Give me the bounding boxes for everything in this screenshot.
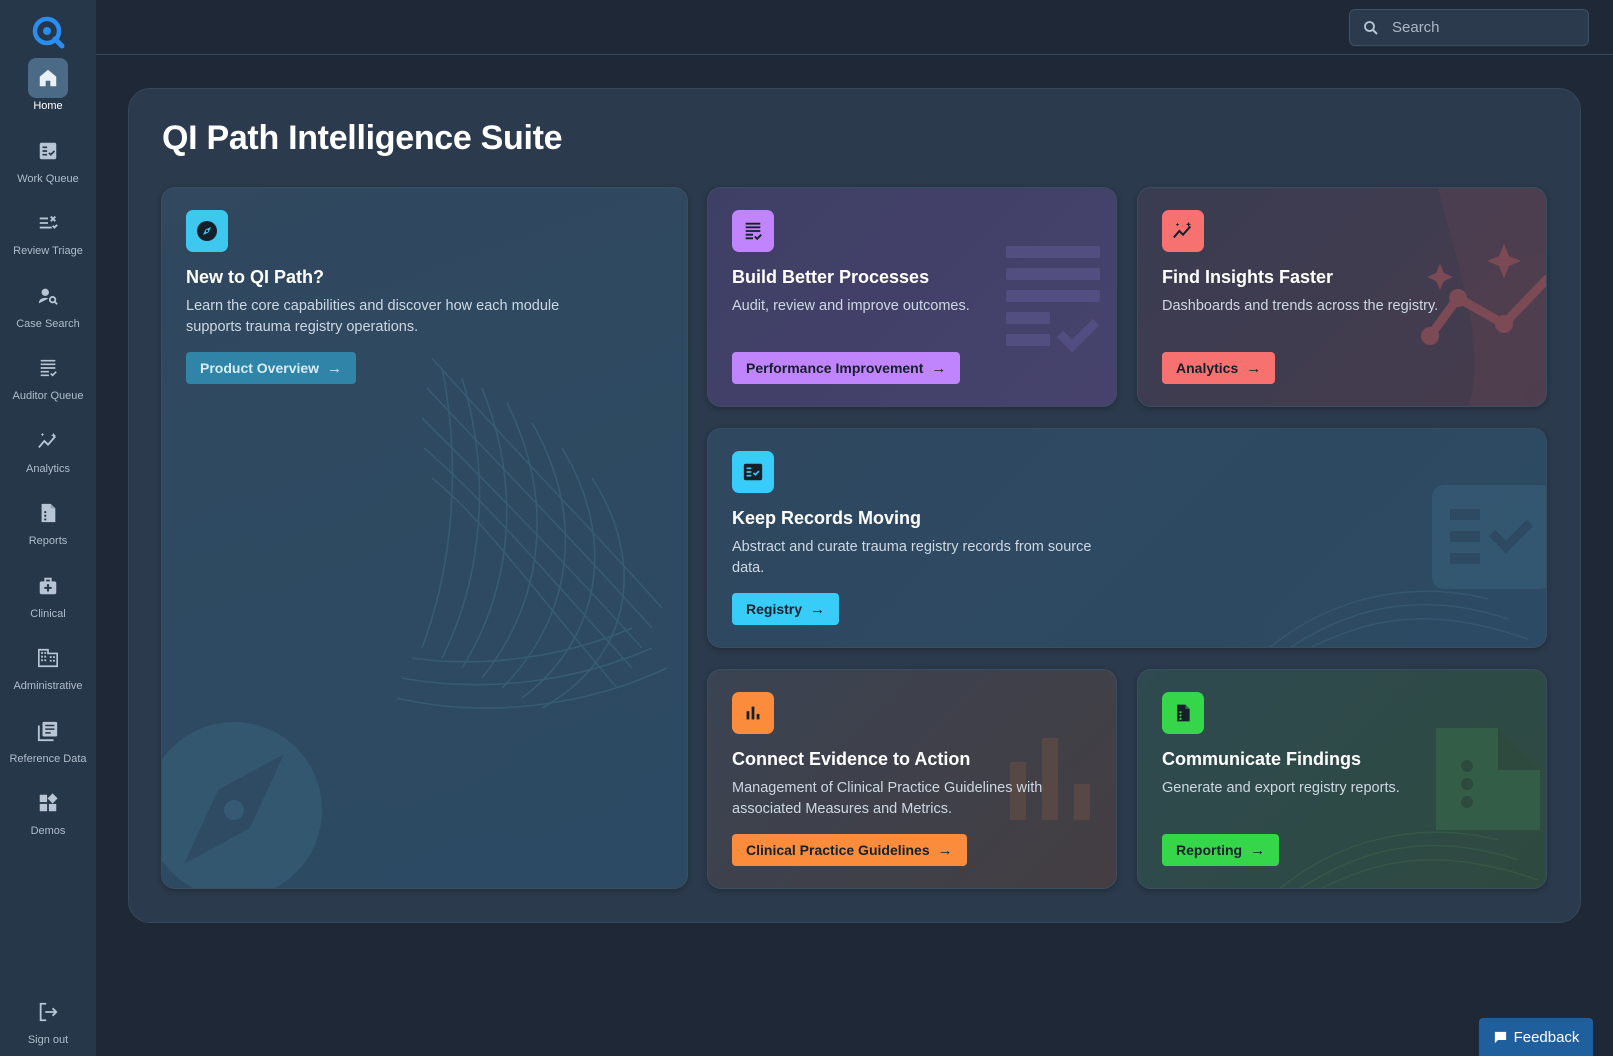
search-input[interactable]	[1392, 19, 1572, 36]
card-description: Audit, review and improve outcomes.	[732, 298, 970, 314]
card-performance-improvement: Build Better Processes Audit, review and…	[707, 187, 1117, 407]
report-icon	[1162, 692, 1204, 734]
sidebar-item-label: Reference Data	[9, 752, 87, 765]
sign-out-button[interactable]: Sign out	[0, 990, 96, 1046]
trend-icon	[28, 421, 68, 461]
button-label: Product Overview	[200, 360, 320, 376]
sidebar-item-label: Analytics	[25, 462, 71, 475]
person-search-icon	[28, 276, 68, 316]
card-description: Management of Clinical Practice Guidelin…	[732, 780, 1043, 817]
performance-improvement-button[interactable]: Performance Improvement →	[732, 352, 961, 384]
card-content: Keep Records Moving Abstract and curate …	[732, 451, 1522, 579]
sidebar-item-label: Case Search	[16, 317, 80, 330]
sidebar-item-label: Review Triage	[13, 245, 83, 257]
arrow-right-icon: →	[1250, 841, 1266, 859]
card-title: Build Better Processes	[732, 267, 930, 287]
card-content: New to QI Path? Learn the core capabilit…	[186, 210, 663, 338]
card-content: Find Insights Faster Dashboards and tren…	[1162, 210, 1522, 317]
sidebar: Home Work Queue Review Triage Case Searc…	[0, 0, 96, 1056]
card-content: Communicate Findings Generate and export…	[1162, 692, 1522, 799]
sidebar-item-label: Reports	[28, 535, 68, 547]
sidebar-item-clinical[interactable]: Clinical	[0, 564, 96, 637]
list-check-icon	[732, 210, 774, 252]
sidebar-item-work-queue[interactable]: Work Queue	[0, 129, 96, 202]
fact-check-icon	[732, 451, 774, 493]
reporting-button[interactable]: Reporting →	[1162, 834, 1280, 866]
sidebar-item-label: Clinical	[30, 607, 66, 620]
sidebar-item-review-triage[interactable]: Review Triage	[0, 201, 96, 274]
search-box[interactable]	[1349, 9, 1589, 46]
card-title: New to QI Path?	[186, 267, 325, 287]
card-reporting: Communicate Findings Generate and export…	[1137, 669, 1547, 889]
compass-icon	[186, 210, 228, 252]
sidebar-item-label: Home	[33, 100, 63, 112]
list-check-icon	[28, 348, 68, 388]
arrow-right-icon: →	[810, 600, 826, 618]
card-analytics: Find Insights Faster Dashboards and tren…	[1137, 187, 1547, 407]
app-logo-icon[interactable]	[30, 14, 66, 50]
card-title: Communicate Findings	[1162, 749, 1362, 769]
sidebar-item-demos[interactable]: Demos	[0, 781, 96, 854]
button-label: Registry	[746, 601, 803, 617]
sidebar-item-label: Administrative	[13, 680, 83, 692]
clinical-practice-guidelines-button[interactable]: Clinical Practice Guidelines →	[732, 834, 967, 866]
medical-bag-icon	[28, 566, 68, 606]
logout-icon	[28, 992, 68, 1032]
checklist-icon	[28, 131, 68, 171]
sidebar-item-label: Auditor Queue	[12, 390, 84, 402]
button-label: Clinical Practice Guidelines	[746, 842, 930, 858]
button-label: Reporting	[1176, 842, 1243, 858]
top-bar	[96, 0, 1613, 55]
arrow-right-icon: →	[937, 841, 953, 859]
registry-button[interactable]: Registry →	[732, 593, 840, 625]
button-label: Analytics	[1176, 360, 1239, 376]
analytics-button[interactable]: Analytics →	[1162, 352, 1276, 384]
building-icon	[28, 638, 68, 678]
chat-bubble-icon	[1494, 1031, 1506, 1043]
card-description: Dashboards and trends across the registr…	[1162, 298, 1439, 314]
card-description: Abstract and curate trauma registry reco…	[732, 539, 1092, 576]
sign-out-label: Sign out	[27, 1034, 69, 1046]
library-icon	[28, 711, 68, 751]
card-title: Find Insights Faster	[1162, 267, 1334, 287]
triage-icon	[28, 203, 68, 243]
card-title: Connect Evidence to Action	[732, 749, 971, 769]
search-icon	[1364, 20, 1378, 35]
bar-chart-icon	[732, 692, 774, 734]
sidebar-item-auditor-queue[interactable]: Auditor Queue	[0, 346, 96, 419]
sidebar-item-label: Work Queue	[17, 172, 79, 185]
sidebar-item-reports[interactable]: Reports	[0, 491, 96, 564]
card-content: Connect Evidence to Action Management of…	[732, 692, 1092, 820]
home-icon	[28, 58, 68, 98]
trend-icon	[1162, 210, 1204, 252]
product-overview-button[interactable]: Product Overview →	[186, 352, 357, 384]
arrow-right-icon: →	[931, 359, 947, 377]
sidebar-item-administrative[interactable]: Administrative	[0, 636, 96, 709]
main-panel: QI Path Intelligence Suite New to QI Pat…	[128, 88, 1581, 923]
card-registry: Keep Records Moving Abstract and curate …	[707, 428, 1547, 648]
feedback-button[interactable]: Feedback	[1479, 1018, 1593, 1056]
card-title: Keep Records Moving	[732, 508, 922, 528]
page-title: QI Path Intelligence Suite	[162, 119, 563, 157]
card-product-overview: New to QI Path? Learn the core capabilit…	[161, 187, 688, 889]
card-content: Build Better Processes Audit, review and…	[732, 210, 1092, 317]
feedback-label: Feedback	[1513, 1028, 1580, 1046]
sidebar-item-home[interactable]: Home	[0, 56, 96, 129]
sidebar-nav: Home Work Queue Review Triage Case Searc…	[0, 56, 96, 854]
sidebar-item-analytics[interactable]: Analytics	[0, 419, 96, 492]
report-icon	[28, 493, 68, 533]
sidebar-item-reference-data[interactable]: Reference Data	[0, 709, 96, 782]
sidebar-item-case-search[interactable]: Case Search	[0, 274, 96, 347]
widgets-icon	[28, 783, 68, 823]
button-label: Performance Improvement	[746, 360, 924, 376]
arrow-right-icon: →	[327, 359, 343, 377]
card-clinical-practice-guidelines: Connect Evidence to Action Management of…	[707, 669, 1117, 889]
card-description: Learn the core capabilities and discover…	[186, 298, 560, 335]
arrow-right-icon: →	[1246, 359, 1262, 377]
card-description: Generate and export registry reports.	[1162, 780, 1400, 796]
sidebar-item-label: Demos	[30, 825, 66, 837]
